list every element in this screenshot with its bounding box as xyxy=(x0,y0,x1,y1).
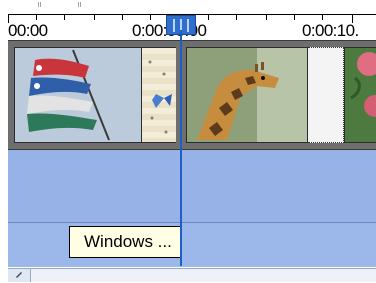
playhead-line[interactable] xyxy=(180,30,182,266)
strip-mark xyxy=(38,2,39,7)
left-gutter xyxy=(0,14,8,269)
transition-icon xyxy=(148,60,172,134)
strip-mark xyxy=(78,2,79,7)
track-row[interactable] xyxy=(8,150,376,223)
track-row[interactable] xyxy=(8,223,376,267)
scroll-left-button[interactable] xyxy=(8,269,31,282)
kites-thumbnail-icon xyxy=(15,48,141,142)
ruler-tick xyxy=(294,15,295,20)
clip-giraffe[interactable] xyxy=(186,47,308,143)
rose-thumbnail-icon xyxy=(345,48,376,142)
ruler-tick xyxy=(64,15,65,20)
tooltip: Windows ... xyxy=(69,226,181,258)
strip-mark xyxy=(80,2,81,7)
clip-kites[interactable] xyxy=(14,47,142,143)
giraffe-thumbnail-icon xyxy=(187,48,307,142)
ruler-tick xyxy=(36,15,37,20)
ruler-tick xyxy=(266,15,267,20)
clip-rose[interactable] xyxy=(344,47,376,143)
grip-line xyxy=(187,19,189,32)
video-track[interactable] xyxy=(8,40,376,150)
horizontal-scrollbar[interactable] xyxy=(8,268,376,282)
transition-giraffe[interactable] xyxy=(308,47,344,143)
ruler-tick xyxy=(322,15,323,20)
ruler-tick xyxy=(94,15,95,20)
pencil-icon xyxy=(16,272,22,278)
top-strip xyxy=(0,0,376,14)
ruler-tick xyxy=(150,15,151,20)
ruler-tick xyxy=(122,15,123,20)
grip-line xyxy=(173,19,175,32)
strip-mark xyxy=(40,2,41,7)
ruler-tick xyxy=(208,15,209,20)
transition-kites[interactable] xyxy=(142,47,176,143)
ruler-tick xyxy=(236,15,237,20)
ruler-label-start: 00:00 xyxy=(8,21,48,40)
ruler-label-10s: 0:00:10. xyxy=(302,21,359,40)
